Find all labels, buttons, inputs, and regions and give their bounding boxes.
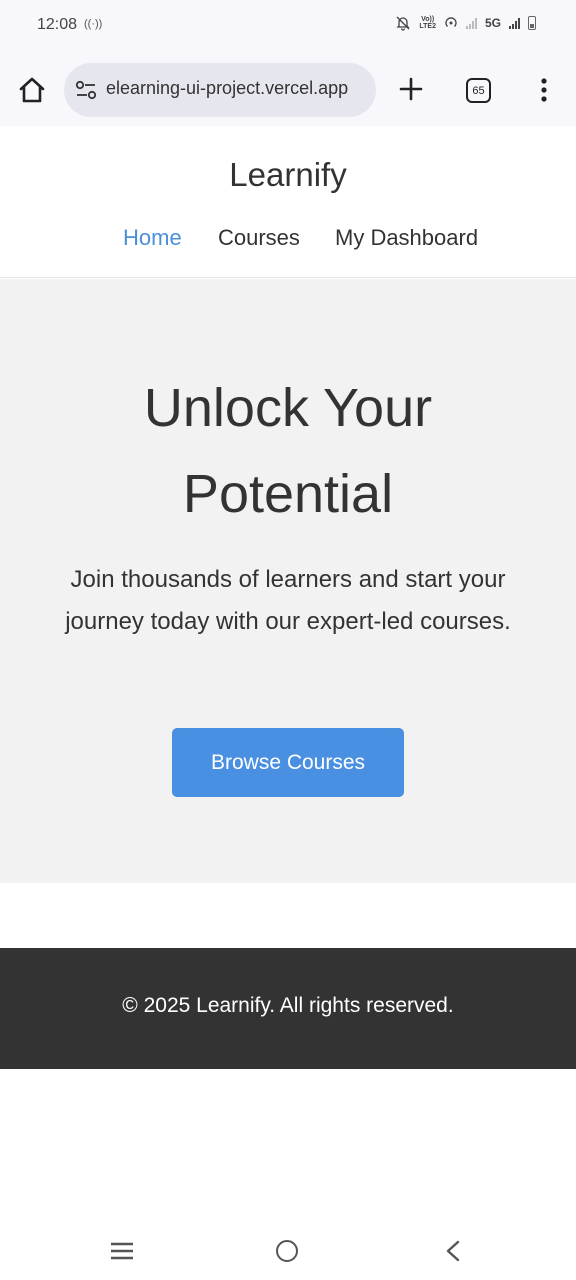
site-logo[interactable]: Learnify [0, 156, 576, 194]
mute-icon [396, 16, 410, 31]
hero-section: Unlock Your Potential Join thousands of … [0, 279, 576, 883]
tab-switcher-button[interactable]: 65 [466, 78, 491, 103]
status-bar: 12:08 ((·)) Vo)) LTE2 5G [0, 0, 576, 52]
back-icon[interactable] [444, 1240, 462, 1262]
hero-subtitle: Join thousands of learners and start you… [65, 566, 511, 635]
volte-icon: Vo)) LTE2 [419, 16, 436, 30]
home-icon[interactable] [16, 74, 48, 106]
more-options-icon[interactable] [534, 76, 554, 104]
signal-sim1-icon [465, 17, 477, 29]
signal-sim2-icon [509, 17, 520, 29]
url-text[interactable]: elearning-ui-project.vercel.app [106, 78, 368, 99]
battery-icon [528, 16, 536, 30]
hero-title: Unlock Your Potential [143, 378, 433, 524]
nav-home-link[interactable]: Home [123, 225, 182, 251]
system-home-icon[interactable] [276, 1240, 298, 1262]
browser-toolbar: elearning-ui-project.vercel.app 65 [0, 52, 576, 126]
footer-copyright: © 2025 Learnify. All rights reserved. [122, 994, 454, 1017]
nav-dashboard-link[interactable]: My Dashboard [335, 225, 478, 251]
network-type-label: 5G [484, 16, 501, 30]
volte-top-label: Vo)) [421, 16, 435, 23]
site-settings-icon[interactable] [75, 80, 97, 100]
main-nav: Home Courses My Dashboard [0, 225, 576, 255]
hotspot-icon: ((·)) [84, 18, 103, 30]
volte-bottom-label: LTE2 [419, 23, 436, 30]
site-footer: © 2025 Learnify. All rights reserved. [0, 948, 576, 1069]
site-header: Learnify Home Courses My Dashboard [0, 126, 576, 278]
wifi-calling-icon [445, 17, 457, 27]
system-nav-bar [0, 1220, 576, 1280]
address-bar[interactable]: elearning-ui-project.vercel.app [64, 63, 376, 117]
browse-courses-button[interactable]: Browse Courses [172, 728, 404, 797]
new-tab-icon[interactable] [396, 74, 426, 104]
status-icons: Vo)) LTE2 5G [395, 15, 536, 31]
recent-apps-icon[interactable] [110, 1242, 134, 1260]
status-time: 12:08 [37, 16, 78, 33]
nav-courses-link[interactable]: Courses [218, 225, 300, 251]
